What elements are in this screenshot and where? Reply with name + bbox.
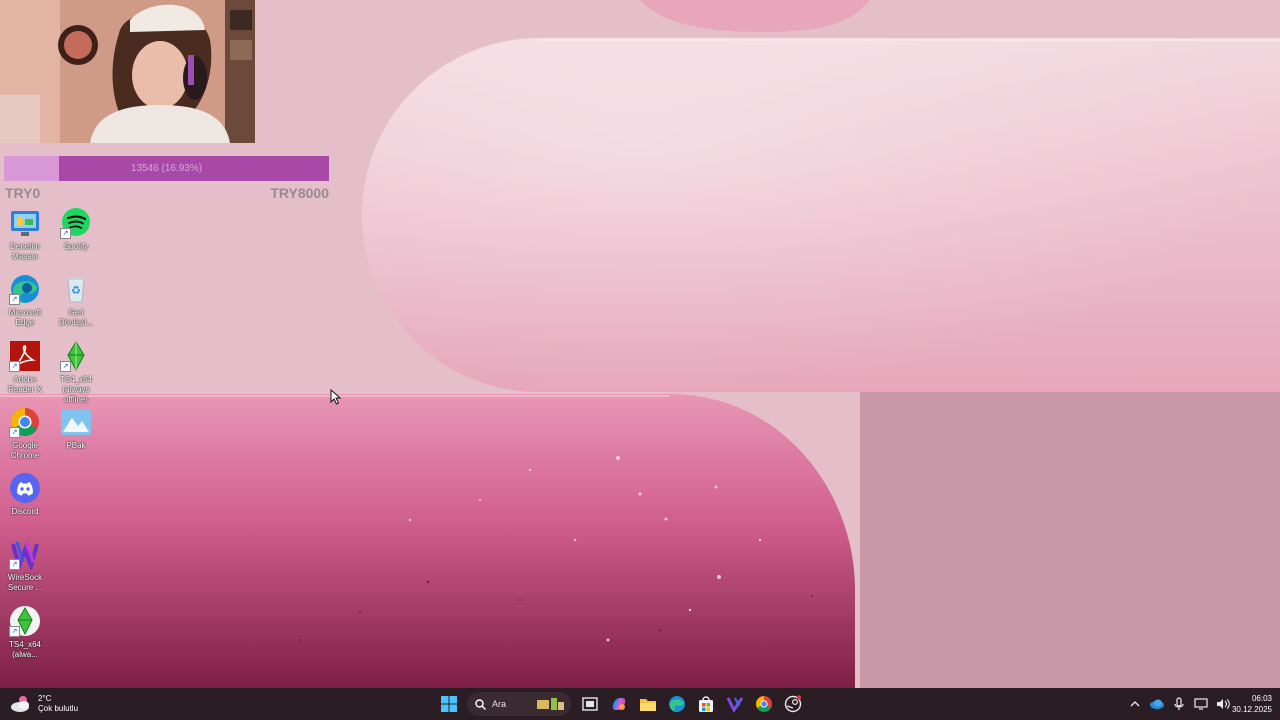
donation-progress-text: 13546 (16.93%) <box>130 163 203 174</box>
start-button[interactable] <box>435 690 463 718</box>
wiresock-icon: ↗ <box>9 538 41 573</box>
shortcut-arrow-icon: ↗ <box>60 228 71 239</box>
desktop-icon-wiresock[interactable]: ↗ WireSock Secure ... <box>0 538 50 593</box>
onedrive-tray-button[interactable] <box>1148 695 1166 713</box>
edge-taskbar-button[interactable] <box>663 690 691 718</box>
chrome-icon <box>755 696 772 712</box>
desktop-icon-label: Denetim Masası <box>10 242 40 261</box>
edge-icon <box>668 696 685 712</box>
chevron-up-icon <box>1130 701 1140 707</box>
shortcut-arrow-icon: ↗ <box>9 559 20 570</box>
desktop-icon-label: Google Chrome <box>10 441 40 460</box>
desktop-icon-label: WireSock Secure ... <box>7 573 43 592</box>
microsoft-store-button[interactable] <box>692 690 720 718</box>
desktop-icon-label: TS4_x64 (always offline) <box>59 375 93 404</box>
edge-icon: ↗ <box>9 273 41 305</box>
adobe-reader-icon: ↗ <box>9 340 41 372</box>
desktop-icon-label: Microsoft Edge <box>8 308 42 327</box>
donation-goal-bar: 13546 (16.93%) <box>4 156 329 181</box>
recycle-bin-icon: ♻ <box>60 273 92 305</box>
chrome-taskbar-button[interactable] <box>750 690 778 718</box>
sims-plumbob-icon: ↗ <box>60 340 92 372</box>
donation-max-label: TRY8000 <box>270 185 329 201</box>
clock-time: 06:03 <box>1251 694 1272 703</box>
task-view-icon <box>581 697 598 711</box>
desktop-icon-google-chrome[interactable]: ↗ Google Chrome <box>0 406 50 461</box>
store-icon <box>698 696 713 712</box>
search-icon <box>475 698 486 710</box>
desktop-icon-label: TS4_x64 (alwa... <box>8 640 42 659</box>
steam-taskbar-button[interactable] <box>779 690 807 718</box>
desktop-icon-label: Geri Dönüşü... <box>58 308 94 327</box>
shortcut-arrow-icon: ↗ <box>9 294 20 305</box>
control-panel-icon <box>9 207 41 239</box>
weather-description: Çok bulutlu <box>38 704 79 713</box>
show-hidden-icons-button[interactable] <box>1126 695 1144 713</box>
file-explorer-button[interactable] <box>634 690 662 718</box>
file-explorer-icon <box>639 699 656 711</box>
copilot-button[interactable] <box>605 690 633 718</box>
desktop-icon-recycle-bin[interactable]: ♻ Geri Dönüşü... <box>51 273 101 328</box>
search-highlight-art-icon <box>537 698 564 710</box>
chrome-icon: ↗ <box>9 406 41 438</box>
desktop-icon-label: Discord <box>11 507 39 516</box>
desktop-icon-ts4-always-offline[interactable]: ↗ TS4_x64 (always offline) <box>51 340 101 405</box>
copilot-icon <box>612 698 625 710</box>
cloudy-weather-icon <box>11 696 29 712</box>
webcam-overlay <box>0 0 255 143</box>
shortcut-arrow-icon: ↗ <box>60 361 71 372</box>
taskbar-clock[interactable]: 06:03 30.12.2025 <box>1222 693 1272 715</box>
shortcut-arrow-icon: ↗ <box>9 626 20 637</box>
search-placeholder: Ara <box>492 699 507 709</box>
desktop-icon-label: Spotify <box>63 242 89 251</box>
taskbar-search-box[interactable]: Ara <box>467 692 571 716</box>
desktop-icon-discord[interactable]: Discord <box>0 472 50 517</box>
desktop-icon-adobe-reader[interactable]: ↗ Adobe Reader X <box>0 340 50 395</box>
desktop-icon-label: Adobe Reader X <box>8 375 42 394</box>
desktop-icon-control-panel[interactable]: Denetim Masası <box>0 207 50 262</box>
pbak-mountain-icon <box>60 406 92 438</box>
visual-studio-button[interactable] <box>721 690 749 718</box>
shortcut-arrow-icon: ↗ <box>9 361 20 372</box>
microphone-tray-button[interactable] <box>1170 695 1188 713</box>
webcam-feed-image <box>0 0 255 143</box>
visual-studio-icon <box>726 697 743 713</box>
svg-text:♻: ♻ <box>71 284 81 297</box>
display-icon <box>1194 698 1208 710</box>
spotify-icon: ↗ <box>60 207 92 239</box>
desktop[interactable]: 13546 (16.93%) TRY0 TRY8000 Denetim Masa… <box>0 0 1280 688</box>
taskbar: 2°C Çok bulutlu Ara 06:03 30.12.2025 <box>0 688 1280 720</box>
steam-icon <box>784 695 801 713</box>
clock-date: 30.12.2025 <box>1231 705 1272 714</box>
microphone-icon <box>1174 697 1184 710</box>
desktop-icon-pbak[interactable]: PBak <box>51 406 101 451</box>
taskbar-pinned-apps: Ara <box>434 690 807 718</box>
task-view-button[interactable] <box>576 690 604 718</box>
weather-widget[interactable]: 2°C Çok bulutlu <box>10 691 78 717</box>
shortcut-arrow-icon: ↗ <box>9 427 20 438</box>
weather-temperature: 2°C <box>38 694 52 703</box>
donation-min-label: TRY0 <box>5 185 41 201</box>
system-tray <box>1124 690 1234 718</box>
windows-start-icon <box>440 696 457 712</box>
display-tray-button[interactable] <box>1192 695 1210 713</box>
desktop-icon-microsoft-edge[interactable]: ↗ Microsoft Edge <box>0 273 50 328</box>
desktop-icon-label: PBak <box>66 441 86 450</box>
desktop-icon-ts4-x64[interactable]: ↗ TS4_x64 (alwa... <box>0 605 50 660</box>
discord-icon <box>9 472 41 504</box>
sims-plumbob-icon: ↗ <box>9 605 41 637</box>
onedrive-icon <box>1150 699 1164 709</box>
desktop-icon-spotify[interactable]: ↗ Spotify <box>51 207 101 252</box>
mouse-cursor-icon <box>330 389 342 405</box>
